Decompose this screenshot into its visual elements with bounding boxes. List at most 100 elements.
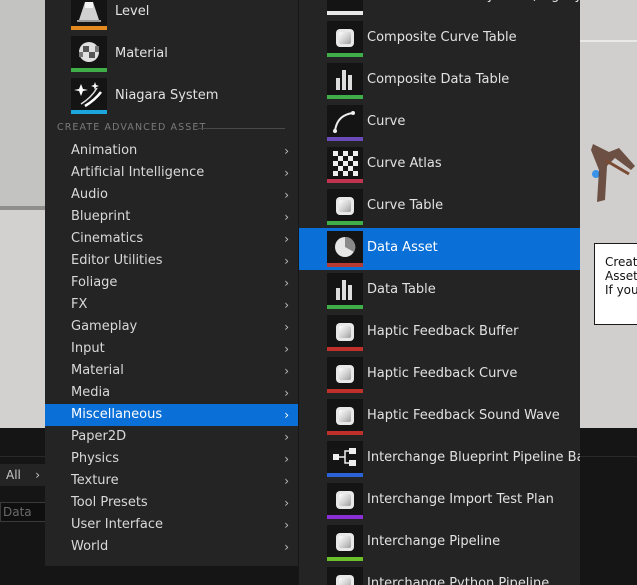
chevron-right-icon: › <box>284 320 289 334</box>
chevron-right-icon: › <box>284 496 289 510</box>
submenu-item-curve[interactable]: Curve <box>299 102 580 144</box>
pipeline-icon <box>327 441 363 477</box>
category-fx[interactable]: FX › <box>45 294 298 316</box>
category-physics[interactable]: Physics › <box>45 448 298 470</box>
submenu-item-interchange-python-pipeline[interactable]: Interchange Python Pipeline <box>299 564 580 585</box>
category-label: Physics <box>71 451 120 466</box>
category-editor-utilities[interactable]: Editor Utilities › <box>45 250 298 272</box>
submenu-item-data-table[interactable]: Data Table <box>299 270 580 312</box>
category-gameplay[interactable]: Gameplay › <box>45 316 298 338</box>
asset-color-stripe <box>327 473 363 477</box>
category-label: User Interface <box>71 517 163 532</box>
category-foliage[interactable]: Foliage › <box>45 272 298 294</box>
category-label: Foliage <box>71 275 118 290</box>
category-label: Paper2D <box>71 429 127 444</box>
asset-color-stripe <box>71 110 107 114</box>
chevron-right-icon: › <box>284 540 289 554</box>
miscellaneous-submenu: Cascade Particle System (Legacy) Composit… <box>298 0 580 585</box>
chevron-right-icon: › <box>284 298 289 312</box>
category-world[interactable]: World › <box>45 536 298 558</box>
submenu-item-haptic-feedback-buffer[interactable]: Haptic Feedback Buffer <box>299 312 580 354</box>
menu-item-niagara-system[interactable]: Niagara System <box>71 78 291 118</box>
asset-color-stripe <box>71 68 107 72</box>
viewport-backdrop <box>0 0 45 210</box>
submenu-item-label: Cascade Particle System (Legacy) <box>367 0 580 3</box>
submenu-item-label: Interchange Python Pipeline <box>367 576 550 585</box>
submenu-item-data-asset[interactable]: Data Asset <box>299 228 580 270</box>
category-cinematics[interactable]: Cinematics › <box>45 228 298 250</box>
submenu-item-interchange-import-test-plan[interactable]: Interchange Import Test Plan <box>299 480 580 522</box>
submenu-item-composite-data-table[interactable]: Composite Data Table <box>299 60 580 102</box>
category-user-interface[interactable]: User Interface › <box>45 514 298 536</box>
filter-all-button[interactable]: All › <box>0 464 46 486</box>
chevron-right-icon: › <box>284 408 289 422</box>
cube-icon <box>327 399 363 435</box>
submenu-item-haptic-feedback-sound-wave[interactable]: Haptic Feedback Sound Wave <box>299 396 580 438</box>
chevron-right-icon: › <box>284 232 289 246</box>
cube-icon <box>327 189 363 225</box>
particle-icon <box>327 0 363 15</box>
submenu-item-haptic-feedback-curve[interactable]: Haptic Feedback Curve <box>299 354 580 396</box>
chevron-right-icon: › <box>284 342 289 356</box>
level-icon <box>71 0 107 30</box>
category-material[interactable]: Material › <box>45 360 298 382</box>
menu-item-label: Level <box>115 4 150 19</box>
category-texture[interactable]: Texture › <box>45 470 298 492</box>
character-mannequin-icon <box>591 144 635 202</box>
chevron-right-icon: › <box>284 430 289 444</box>
category-input[interactable]: Input › <box>45 338 298 360</box>
submenu-item-label: Composite Curve Table <box>367 30 517 45</box>
asset-color-stripe <box>327 263 363 267</box>
category-label: Animation <box>71 143 138 158</box>
curve-icon <box>327 105 363 141</box>
submenu-item-label: Data Asset <box>367 240 438 255</box>
menu-item-material[interactable]: Material <box>71 36 291 76</box>
section-divider <box>198 128 285 129</box>
submenu-item-curve-table[interactable]: Curve Table <box>299 186 580 228</box>
category-audio[interactable]: Audio › <box>45 184 298 206</box>
category-label: Texture <box>71 473 119 488</box>
category-animation[interactable]: Animation › <box>45 140 298 162</box>
category-label: World <box>71 539 109 554</box>
chevron-right-icon: › <box>284 386 289 400</box>
category-label: Blueprint <box>71 209 131 224</box>
chevron-right-icon: › <box>284 166 289 180</box>
submenu-item-label: Interchange Import Test Plan <box>367 492 554 507</box>
submenu-item-label: Haptic Feedback Sound Wave <box>367 408 560 423</box>
tooltip-line: Assets <box>605 269 637 283</box>
submenu-item-curve-atlas[interactable]: Curve Atlas <box>299 144 580 186</box>
bars-icon <box>327 63 363 99</box>
asset-color-stripe <box>327 515 363 519</box>
menu-item-level[interactable]: Level <box>71 0 291 34</box>
filter-all-label: All <box>6 468 21 482</box>
submenu-item-interchange-pipeline[interactable]: Interchange Pipeline <box>299 522 580 564</box>
chevron-right-icon: › <box>35 468 40 482</box>
submenu-item-label: Interchange Blueprint Pipeline Base <box>367 450 580 465</box>
submenu-item-label: Curve <box>367 114 406 129</box>
submenu-item-interchange-blueprint-pipeline-base[interactable]: Interchange Blueprint Pipeline Base <box>299 438 580 480</box>
cube-icon <box>327 525 363 561</box>
submenu-item-cascade-particle-system-legacy-[interactable]: Cascade Particle System (Legacy) <box>299 0 580 18</box>
checker-icon <box>327 147 363 183</box>
chevron-right-icon: › <box>284 452 289 466</box>
category-label: Input <box>71 341 105 356</box>
search-input-placeholder: Data <box>3 505 32 519</box>
category-artificial-intelligence[interactable]: Artificial Intelligence › <box>45 162 298 184</box>
menu-item-label: Material <box>115 46 168 61</box>
category-paper2d[interactable]: Paper2D › <box>45 426 298 448</box>
viewport-floor <box>0 210 45 428</box>
submenu-item-composite-curve-table[interactable]: Composite Curve Table <box>299 18 580 60</box>
category-media[interactable]: Media › <box>45 382 298 404</box>
submenu-item-label: Curve Table <box>367 198 444 213</box>
tooltip: Create Assets If you <box>594 243 637 325</box>
search-input[interactable]: Data <box>0 502 46 522</box>
chevron-right-icon: › <box>284 188 289 202</box>
pie-icon <box>327 231 363 267</box>
chevron-right-icon: › <box>284 474 289 488</box>
category-tool-presets[interactable]: Tool Presets › <box>45 492 298 514</box>
asset-color-stripe <box>327 137 363 141</box>
chevron-right-icon: › <box>284 276 289 290</box>
category-blueprint[interactable]: Blueprint › <box>45 206 298 228</box>
category-miscellaneous[interactable]: Miscellaneous › <box>45 404 298 426</box>
category-label: FX <box>71 297 88 312</box>
